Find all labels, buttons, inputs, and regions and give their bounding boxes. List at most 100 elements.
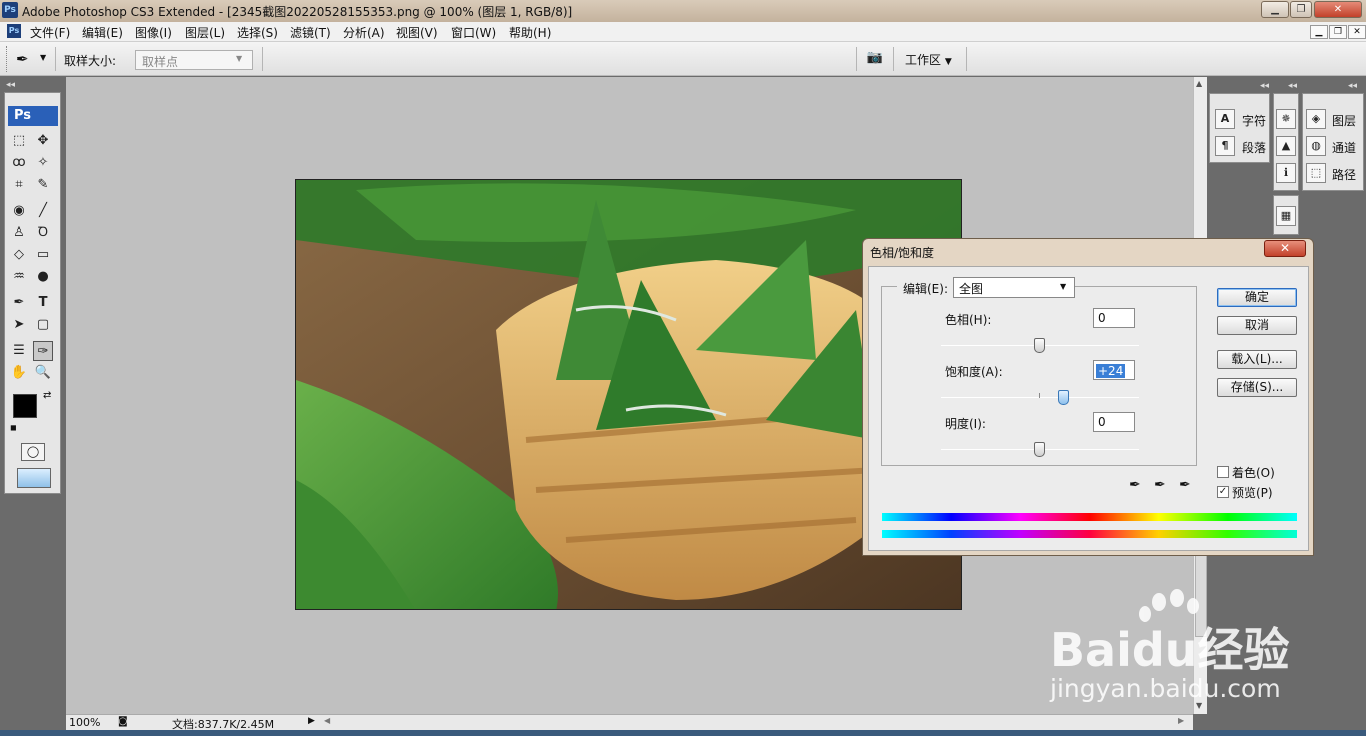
panel-paths[interactable]: 路径 xyxy=(1332,166,1356,183)
eyedropper-tool-icon[interactable]: ✑ xyxy=(33,341,53,361)
menu-analysis[interactable]: 分析(A) xyxy=(343,24,385,41)
zoom-tool-icon[interactable]: 🔍 xyxy=(33,363,53,383)
scroll-up-icon[interactable]: ▲ xyxy=(1196,79,1202,88)
type-tool-icon[interactable]: T xyxy=(33,293,53,313)
path-selection-tool-icon[interactable]: ➤ xyxy=(9,315,29,335)
collapse-icon[interactable]: ◂◂ xyxy=(6,80,15,90)
quick-mask-icon[interactable]: ◯ xyxy=(21,443,45,461)
menu-file[interactable]: 文件(F) xyxy=(30,24,70,41)
ok-button[interactable]: 确定 xyxy=(1217,288,1297,307)
paragraph-icon[interactable]: ¶ xyxy=(1215,136,1235,156)
channels-icon[interactable]: ◍ xyxy=(1306,136,1326,156)
magic-wand-tool-icon[interactable]: ✧ xyxy=(33,153,53,173)
eyedropper-tool-preset-icon[interactable]: ✒ xyxy=(16,50,29,68)
colorize-label: 着色(O) xyxy=(1232,466,1275,480)
dialog-body: 编辑(E): 全图 ▼ 色相(H): 0 饱和度(A): +24 明度(I): … xyxy=(868,266,1309,551)
edit-select[interactable]: 全图 ▼ xyxy=(953,277,1075,298)
dialog-close-button[interactable]: ✕ xyxy=(1264,240,1306,257)
move-tool-icon[interactable]: ✥ xyxy=(33,131,53,151)
preview-checkbox[interactable]: ✓ xyxy=(1217,486,1229,498)
workspace-menu[interactable]: 工作区 ▼ xyxy=(905,51,952,68)
hue-slider-thumb[interactable] xyxy=(1034,338,1045,353)
slice-tool-icon[interactable]: ✎ xyxy=(33,175,53,195)
colorize-checkbox[interactable] xyxy=(1217,466,1229,478)
saturation-slider-thumb[interactable] xyxy=(1058,390,1069,405)
hue-label: 色相(H): xyxy=(945,313,992,327)
swatches-icon[interactable]: ▦ xyxy=(1276,206,1296,226)
save-button[interactable]: 存储(S)... xyxy=(1217,378,1297,397)
character-icon[interactable]: A xyxy=(1215,109,1235,129)
panel-paragraph[interactable]: 段落 xyxy=(1242,139,1266,156)
restore-button[interactable]: ❐ xyxy=(1290,1,1312,18)
doc-close-button[interactable]: ✕ xyxy=(1348,25,1366,39)
lightness-input[interactable]: 0 xyxy=(1093,412,1135,432)
title-bar: Ps Adobe Photoshop CS3 Extended - [2345截… xyxy=(0,0,1366,22)
scroll-right-icon[interactable]: ▶ xyxy=(1178,716,1184,725)
marquee-tool-icon[interactable]: ⬚ xyxy=(9,131,29,151)
hand-tool-icon[interactable]: ✋ xyxy=(9,363,29,383)
notes-tool-icon[interactable]: ☰ xyxy=(9,341,29,361)
gradient-tool-icon[interactable]: ▭ xyxy=(33,245,53,265)
saturation-input[interactable]: +24 xyxy=(1093,360,1135,380)
menu-select[interactable]: 选择(S) xyxy=(237,24,278,41)
sample-size-select[interactable]: 取样点 ▼ xyxy=(135,50,253,70)
close-window-button[interactable]: ✕ xyxy=(1314,1,1362,18)
swap-colors-icon[interactable]: ⇄ xyxy=(43,390,51,401)
screen-mode-icon[interactable] xyxy=(17,468,51,488)
menu-edit[interactable]: 编辑(E) xyxy=(82,24,123,41)
status-menu-arrow-icon[interactable]: ▶ xyxy=(308,716,315,726)
info-icon[interactable]: ℹ xyxy=(1276,163,1296,183)
menu-layer[interactable]: 图层(L) xyxy=(185,24,225,41)
lightness-slider-thumb[interactable] xyxy=(1034,442,1045,457)
eyedropper-plus-icon[interactable]: ✒ xyxy=(1154,477,1166,493)
status-icon[interactable]: ◙ xyxy=(118,716,128,727)
baidu-watermark: Baidu经验 jingyan.baidu.com xyxy=(1045,588,1305,708)
collapse-icon[interactable]: ◂◂ xyxy=(1348,81,1357,91)
blur-tool-icon[interactable]: ♒ xyxy=(9,267,29,287)
crop-tool-icon[interactable]: ⌗ xyxy=(9,175,29,195)
pen-tool-icon[interactable]: ✒ xyxy=(9,293,29,313)
lightness-label: 明度(I): xyxy=(945,417,986,431)
collapse-icon[interactable]: ◂◂ xyxy=(1260,81,1269,91)
dodge-tool-icon[interactable]: ● xyxy=(33,267,53,287)
zoom-level[interactable]: 100% xyxy=(69,716,100,729)
hue-input[interactable]: 0 xyxy=(1093,308,1135,328)
toolbox-logo: Ps xyxy=(8,106,58,126)
history-brush-tool-icon[interactable]: Ꝺ xyxy=(33,223,53,243)
load-button[interactable]: 载入(L)... xyxy=(1217,350,1297,369)
brush-tool-icon[interactable]: ╱ xyxy=(33,201,53,221)
cancel-button[interactable]: 取消 xyxy=(1217,316,1297,335)
eyedropper-minus-icon[interactable]: ✒ xyxy=(1179,477,1191,493)
foreground-color-swatch[interactable] xyxy=(13,394,37,418)
navigator-group: ✵ ▲ ℹ xyxy=(1273,93,1299,191)
shape-tool-icon[interactable]: ▢ xyxy=(33,315,53,335)
panel-character[interactable]: 字符 xyxy=(1242,112,1266,129)
scroll-left-icon[interactable]: ◀ xyxy=(324,716,330,725)
doc-restore-button[interactable]: ❐ xyxy=(1329,25,1347,39)
menu-help[interactable]: 帮助(H) xyxy=(509,24,551,41)
layers-icon[interactable]: ◈ xyxy=(1306,109,1326,129)
navigator-icon[interactable]: ✵ xyxy=(1276,109,1296,129)
minimize-button[interactable]: ▁ xyxy=(1261,1,1289,18)
menu-image[interactable]: 图像(I) xyxy=(135,24,172,41)
panel-layers[interactable]: 图层 xyxy=(1332,112,1356,129)
healing-brush-tool-icon[interactable]: ◉ xyxy=(9,201,29,221)
menu-view[interactable]: 视图(V) xyxy=(396,24,438,41)
lasso-tool-icon[interactable]: ꝏ xyxy=(9,153,29,173)
eraser-tool-icon[interactable]: ◇ xyxy=(9,245,29,265)
photoshop-logo-icon: Ps xyxy=(2,2,18,18)
default-colors-icon[interactable]: ◼ xyxy=(10,423,17,432)
clone-stamp-tool-icon[interactable]: ♙ xyxy=(9,223,29,243)
paths-icon[interactable]: ⬚ xyxy=(1306,163,1326,183)
dialog-title: 色相/饱和度 xyxy=(870,246,935,260)
eyedropper-icon[interactable]: ✒ xyxy=(1129,477,1141,493)
menu-filter[interactable]: 滤镜(T) xyxy=(290,24,331,41)
tool-presets-icon[interactable]: 📷 xyxy=(864,48,886,68)
histogram-icon[interactable]: ▲ xyxy=(1276,136,1296,156)
menu-window[interactable]: 窗口(W) xyxy=(451,24,496,41)
panel-channels[interactable]: 通道 xyxy=(1332,139,1356,156)
saturation-slider-track[interactable] xyxy=(941,397,1139,398)
doc-minimize-button[interactable]: ▁ xyxy=(1310,25,1328,39)
collapse-icon[interactable]: ◂◂ xyxy=(1288,81,1297,91)
chevron-down-icon[interactable]: ▼ xyxy=(40,53,46,62)
